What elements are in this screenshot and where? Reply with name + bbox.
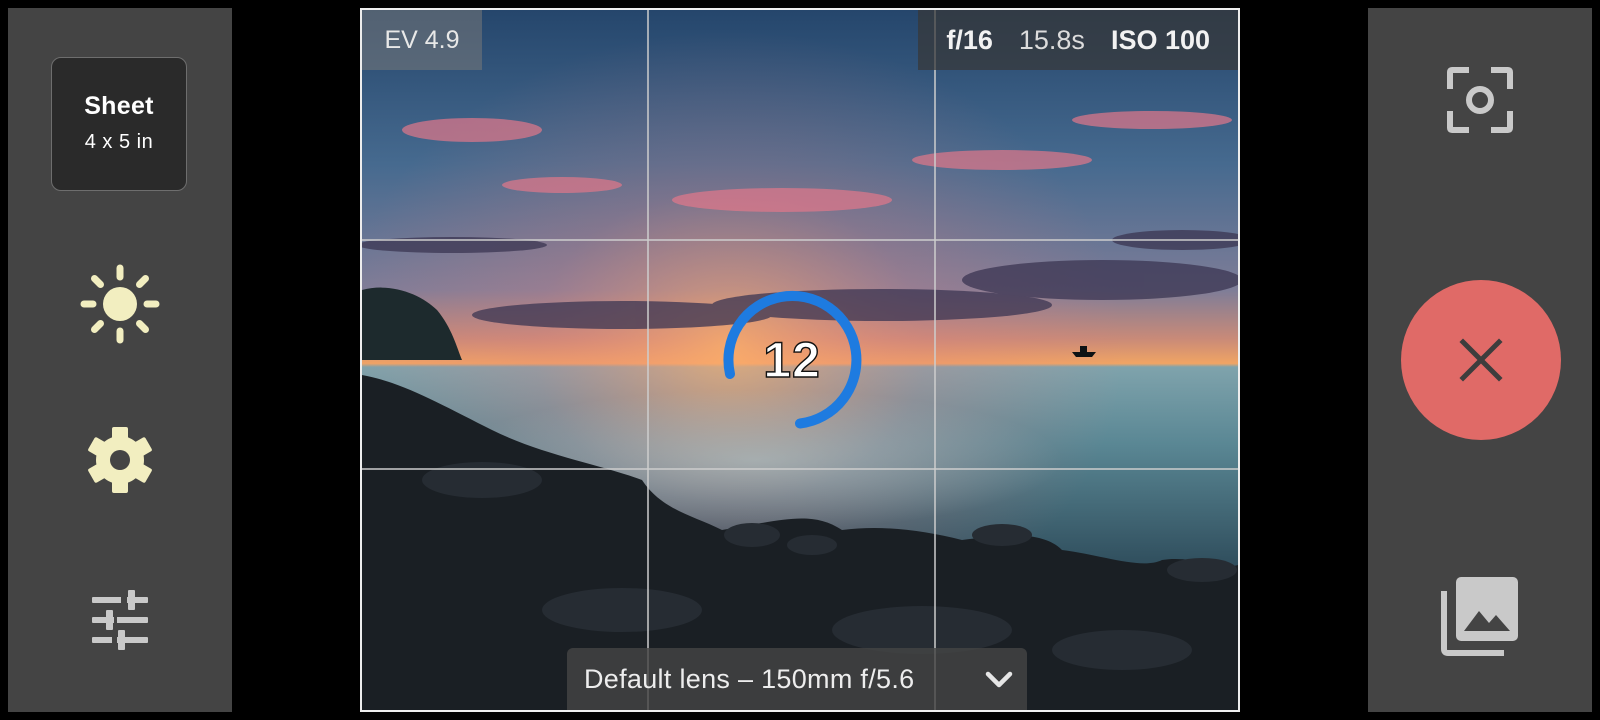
- chevron-down-icon: [985, 671, 1013, 688]
- gear-icon: [88, 427, 152, 493]
- viewfinder[interactable]: EV 4.9 f/16 15.8s ISO 100 12 Default len…: [360, 8, 1240, 712]
- lens-label: Default lens – 150mm f/5.6: [584, 663, 915, 694]
- film-format-button[interactable]: Sheet 4 x 5 in: [51, 57, 187, 191]
- brightness-button[interactable]: [80, 264, 160, 344]
- iso-value: ISO 100: [1110, 25, 1210, 55]
- close-icon: [1459, 338, 1503, 382]
- left-control-panel: Sheet 4 x 5 in: [8, 8, 232, 712]
- camera-app: Sheet 4 x 5 in EV 4.9 f/16 15.8s ISO 100…: [0, 0, 1600, 720]
- grid-line: [362, 468, 1238, 470]
- settings-button[interactable]: [84, 424, 156, 496]
- exposure-countdown: 12: [720, 288, 864, 432]
- film-format-size: 4 x 5 in: [84, 131, 154, 153]
- grid-line: [647, 10, 649, 710]
- ev-readout: EV 4.9: [362, 10, 482, 70]
- grid-line: [362, 239, 1238, 241]
- lens-selector[interactable]: Default lens – 150mm f/5.6: [567, 648, 1027, 710]
- gallery-icon: [1441, 577, 1518, 656]
- shutter-value: 15.8s: [1018, 25, 1085, 55]
- film-format-title: Sheet: [84, 92, 154, 120]
- sun-icon: [80, 264, 160, 344]
- countdown-seconds: 12: [762, 331, 821, 388]
- grid-line: [934, 10, 936, 710]
- gallery-button[interactable]: [1438, 573, 1522, 657]
- focus-button[interactable]: [1446, 66, 1514, 134]
- cancel-exposure-button[interactable]: [1401, 280, 1561, 440]
- adjustments-button[interactable]: [88, 588, 152, 652]
- sliders-icon: [92, 590, 148, 650]
- exposure-readout: f/16 15.8s ISO 100: [918, 10, 1238, 70]
- aperture-value: f/16: [946, 25, 993, 55]
- right-control-panel: [1368, 8, 1592, 712]
- focus-frame-icon: [1447, 67, 1513, 133]
